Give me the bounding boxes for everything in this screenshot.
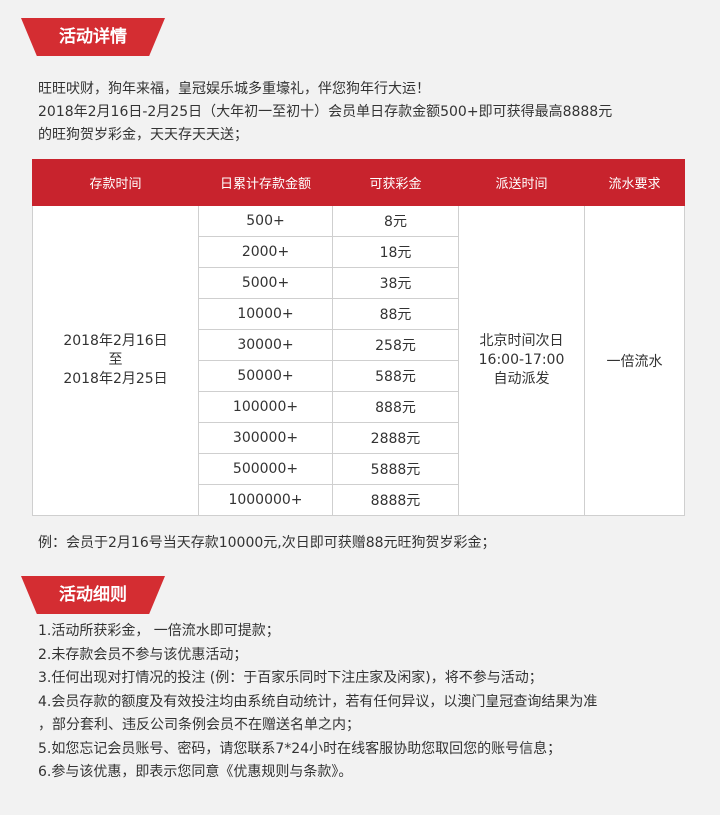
column-header-bonus: 可获彩金 [332,159,459,206]
turnover-cell: 一倍流水 [584,205,685,516]
rule-item: 2.未存款会员不参与该优惠活动； [38,646,248,663]
period-end: 2018年2月25日 [63,371,168,387]
bonus-cell: 18元 [332,236,459,268]
reward-table: 存款时间 日累计存款金额 可获彩金 派送时间 流水要求 2018年2月16日 至… [32,159,685,516]
column-header-deposit-time: 存款时间 [32,159,199,206]
amount-cell: 30000+ [198,329,333,361]
bonus-cell: 38元 [332,267,459,299]
column-header-delivery-time: 派送时间 [458,159,585,206]
amount-cell: 300000+ [198,422,333,454]
intro-line: 2018年2月16日-2月25日（大年初一至初十）会员单日存款金额500+即可获… [38,104,613,120]
rule-item: 5.如您忘记会员账号、密码，请您联系7*24小时在线客服协助您取回您的账号信息； [38,740,562,757]
bonus-cell: 88元 [332,298,459,330]
section-title-text: 活动详情 [59,27,127,47]
amount-cell: 1000000+ [198,484,333,516]
bonus-cell: 5888元 [332,453,459,485]
bonus-cell: 258元 [332,329,459,361]
amount-cell: 2000+ [198,236,333,268]
delivery-line: 自动派发 [493,371,550,387]
intro-text: 旺旺吠财，狗年来福，皇冠娱乐城多重壕礼，伴您狗年行大运！ 2018年2月16日-… [38,78,698,147]
amount-cell: 500000+ [198,453,333,485]
section-title-activity-rules: 活动细则 [21,576,165,614]
deposit-period-cell: 2018年2月16日 至 2018年2月25日 [32,205,199,516]
column-header-turnover: 流水要求 [584,159,685,206]
amount-cell: 100000+ [198,391,333,423]
section-title-text: 活动细则 [59,585,127,605]
bonus-cell: 2888元 [332,422,459,454]
rule-item: ，部分套利、违反公司条例会员不在赠送名单之内； [38,717,360,733]
section-title-activity-details: 活动详情 [21,18,165,56]
rule-item: 6.参与该优惠，即表示您同意《优惠规则与条款》。 [38,764,353,780]
rules-list: 1.活动所获彩金， 一倍流水即可提款； 2.未存款会员不参与该优惠活动； 3.任… [38,620,700,785]
amount-cell: 50000+ [198,360,333,392]
table-row: 2018年2月16日 至 2018年2月25日 500+ 8元 北京时间次日 1… [32,205,685,516]
period-to: 至 [108,352,123,368]
amount-cell: 500+ [198,205,333,237]
intro-line: 旺旺吠财，狗年来福，皇冠娱乐城多重壕礼，伴您狗年行大运！ [38,81,430,97]
bonus-cell: 588元 [332,360,459,392]
example-text: 例：会员于2月16号当天存款10000元,次日即可获赠88元旺狗贺岁彩金； [38,535,496,551]
bonus-cell: 8888元 [332,484,459,516]
bonus-cell: 8元 [332,205,459,237]
column-header-daily-deposit: 日累计存款金额 [198,159,333,206]
table-header-row: 存款时间 日累计存款金额 可获彩金 派送时间 流水要求 [32,159,685,206]
amount-cell: 5000+ [198,267,333,299]
delivery-time-cell: 北京时间次日 16:00-17:00 自动派发 [458,205,585,516]
intro-line: 的旺狗贺岁彩金，天天存天天送； [38,127,248,143]
delivery-line: 16:00-17:00 [478,352,565,368]
amount-cell: 10000+ [198,298,333,330]
delivery-line: 北京时间次日 [479,333,564,349]
period-start: 2018年2月16日 [63,333,168,349]
rule-item: 1.活动所获彩金， 一倍流水即可提款； [38,623,280,639]
rule-item: 4.会员存款的额度及有效投注均由系统自动统计，若有任何异议，以澳门皇冠查询结果为… [38,693,598,710]
bonus-cell: 888元 [332,391,459,423]
rule-item: 3.任何出现对打情况的投注 (例：于百家乐同时下注庄家及闲家)，将不参与活动； [38,670,543,686]
